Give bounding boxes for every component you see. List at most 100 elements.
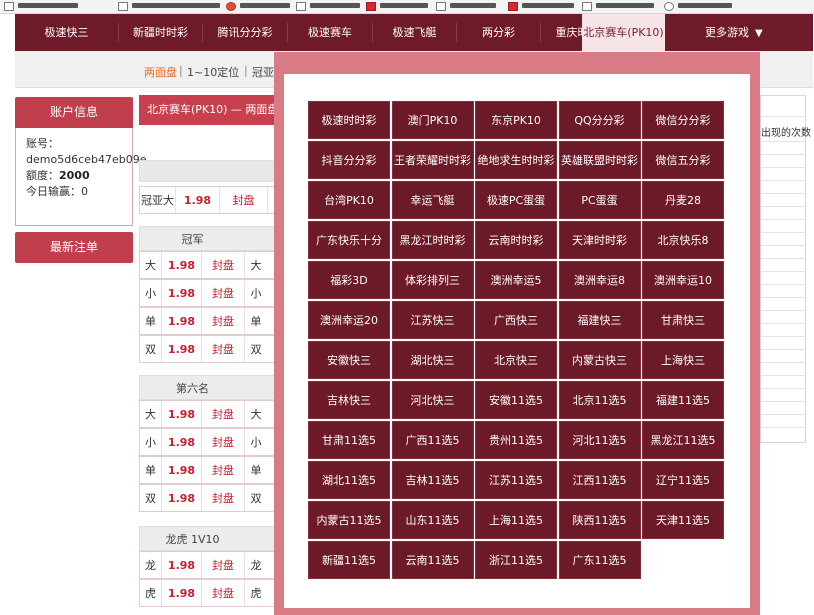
game-option[interactable]: 澳洲幸运20 <box>308 301 390 339</box>
game-option[interactable]: 极速PC蛋蛋 <box>475 181 557 219</box>
game-option[interactable]: 台湾PK10 <box>308 181 390 219</box>
game-option[interactable]: 澳洲幸运8 <box>558 261 641 299</box>
game-option[interactable]: 广西快三 <box>475 301 557 339</box>
game-option[interactable]: 云南时时彩 <box>475 221 557 259</box>
nav-item-liangfencai[interactable]: 两分彩 <box>457 14 540 51</box>
table-row[interactable]: 小 1.98 封盘 小 <box>139 428 279 456</box>
bookmark-text[interactable] <box>522 3 574 8</box>
game-option[interactable]: 澳门PK10 <box>391 101 474 139</box>
bookmark-text[interactable] <box>18 3 78 8</box>
nav-item-xinjiang-ssc[interactable]: 新疆时时彩 <box>119 14 202 51</box>
game-option[interactable]: 澳洲幸运5 <box>475 261 557 299</box>
table-row[interactable]: 单 1.98 封盘 单 <box>139 456 279 484</box>
game-option[interactable]: 安徽快三 <box>308 341 390 379</box>
game-option[interactable]: 河北快三 <box>391 381 474 419</box>
game-option[interactable]: 福彩3D <box>308 261 390 299</box>
game-option[interactable]: 新疆11选5 <box>308 541 390 579</box>
game-option[interactable]: 上海11选5 <box>475 501 557 539</box>
game-option[interactable]: 王者荣耀时时彩 <box>391 141 474 179</box>
table-row[interactable]: 虎 1.98 封盘 虎 <box>139 579 279 607</box>
bookmark-icon[interactable] <box>226 2 236 11</box>
subnav-liangmianpan[interactable]: 两面盘 <box>144 64 177 80</box>
game-option[interactable]: 微信分分彩 <box>642 101 724 139</box>
game-option[interactable]: 上海快三 <box>642 341 724 379</box>
game-option[interactable]: 北京快乐8 <box>642 221 724 259</box>
game-option[interactable]: 甘肃快三 <box>642 301 724 339</box>
bookmark-icon[interactable] <box>4 2 14 11</box>
game-option[interactable]: 澳洲幸运10 <box>642 261 724 299</box>
game-option[interactable]: 贵州11选5 <box>475 421 557 459</box>
table-row[interactable]: 双 1.98 封盘 双 <box>139 335 279 363</box>
bookmark-text[interactable] <box>310 3 360 8</box>
game-option[interactable]: 东京PK10 <box>475 101 557 139</box>
bet-row-guanyada[interactable]: 冠亚大 1.98 封盘 <box>139 186 279 214</box>
bookmark-icon[interactable] <box>664 2 674 11</box>
game-option[interactable]: 天津时时彩 <box>558 221 641 259</box>
game-option[interactable]: 辽宁11选5 <box>642 461 724 499</box>
nav-item-beijing-pk10[interactable]: 北京赛车(PK10) <box>582 14 665 51</box>
nav-item-jisu-saiche[interactable]: 极速赛车 <box>288 14 372 51</box>
bookmark-text[interactable] <box>596 3 654 8</box>
game-option[interactable]: PC蛋蛋 <box>558 181 641 219</box>
game-option[interactable]: 北京快三 <box>475 341 557 379</box>
subnav-divider: | <box>179 64 183 77</box>
bookmark-icon[interactable] <box>118 2 128 11</box>
game-option[interactable]: 丹麦28 <box>642 181 724 219</box>
game-option[interactable]: 吉林快三 <box>308 381 390 419</box>
bookmark-text[interactable] <box>450 3 496 8</box>
bookmark-text[interactable] <box>380 3 428 8</box>
game-option[interactable]: 广东11选5 <box>558 541 641 579</box>
game-option[interactable]: 黑龙江时时彩 <box>391 221 474 259</box>
game-option[interactable]: 英雄联盟时时彩 <box>558 141 641 179</box>
bookmark-icon[interactable] <box>436 2 446 11</box>
game-option[interactable]: 江苏11选5 <box>475 461 557 499</box>
table-row[interactable]: 大 1.98 封盘 大 <box>139 251 279 279</box>
table-row[interactable]: 单 1.98 封盘 单 <box>139 307 279 335</box>
game-option[interactable]: 浙江11选5 <box>475 541 557 579</box>
game-option[interactable]: 福建11选5 <box>642 381 724 419</box>
game-option[interactable]: 山东11选5 <box>391 501 474 539</box>
game-option[interactable]: 湖北11选5 <box>308 461 390 499</box>
game-option[interactable]: 河北11选5 <box>558 421 641 459</box>
game-option[interactable]: 黑龙江11选5 <box>642 421 724 459</box>
recent-orders-button[interactable]: 最新注单 <box>15 232 133 263</box>
table-row[interactable]: 双 1.98 封盘 双 <box>139 484 279 512</box>
bookmark-text[interactable] <box>240 3 290 8</box>
game-option[interactable]: 甘肃11选5 <box>308 421 390 459</box>
game-option[interactable]: 北京11选5 <box>558 381 641 419</box>
game-option[interactable]: 内蒙古11选5 <box>308 501 390 539</box>
bookmark-icon[interactable] <box>296 2 306 11</box>
game-option[interactable]: 安徽11选5 <box>475 381 557 419</box>
game-option[interactable]: 云南11选5 <box>391 541 474 579</box>
more-games-button[interactable]: 更多游戏 ▼ <box>705 14 763 51</box>
game-option[interactable]: 微信五分彩 <box>642 141 724 179</box>
subnav-dingwei[interactable]: 1~10定位 <box>187 64 239 80</box>
game-option[interactable]: 江苏快三 <box>391 301 474 339</box>
game-option[interactable]: 湖北快三 <box>391 341 474 379</box>
bookmark-icon[interactable] <box>582 2 592 11</box>
bookmark-icon[interactable] <box>508 2 518 11</box>
nav-item-tengxun-ffc[interactable]: 腾讯分分彩 <box>203 14 287 51</box>
game-option[interactable]: 福建快三 <box>558 301 641 339</box>
game-option[interactable]: QQ分分彩 <box>558 101 641 139</box>
game-option[interactable]: 幸运飞艇 <box>391 181 474 219</box>
nav-item-jisu-feiting[interactable]: 极速飞艇 <box>373 14 456 51</box>
game-option[interactable]: 江西11选5 <box>558 461 641 499</box>
game-option[interactable]: 广西11选5 <box>391 421 474 459</box>
game-option[interactable]: 抖音分分彩 <box>308 141 390 179</box>
game-option[interactable]: 绝地求生时时彩 <box>475 141 557 179</box>
table-row[interactable]: 龙 1.98 封盘 龙 <box>139 551 279 579</box>
game-option[interactable]: 体彩排列三 <box>391 261 474 299</box>
bookmark-text[interactable] <box>678 3 732 8</box>
game-option[interactable]: 陕西11选5 <box>558 501 641 539</box>
bookmark-text[interactable] <box>132 3 220 8</box>
table-row[interactable]: 大 1.98 封盘 大 <box>139 400 279 428</box>
game-option[interactable]: 天津11选5 <box>642 501 724 539</box>
table-row[interactable]: 小 1.98 封盘 小 <box>139 279 279 307</box>
game-option[interactable]: 吉林11选5 <box>391 461 474 499</box>
game-option[interactable]: 广东快乐十分 <box>308 221 390 259</box>
game-option[interactable]: 极速时时彩 <box>308 101 390 139</box>
bookmark-icon[interactable] <box>366 2 376 11</box>
game-option[interactable]: 内蒙古快三 <box>558 341 641 379</box>
nav-item-jisu-kuaisan[interactable]: 极速快三 <box>15 14 118 51</box>
